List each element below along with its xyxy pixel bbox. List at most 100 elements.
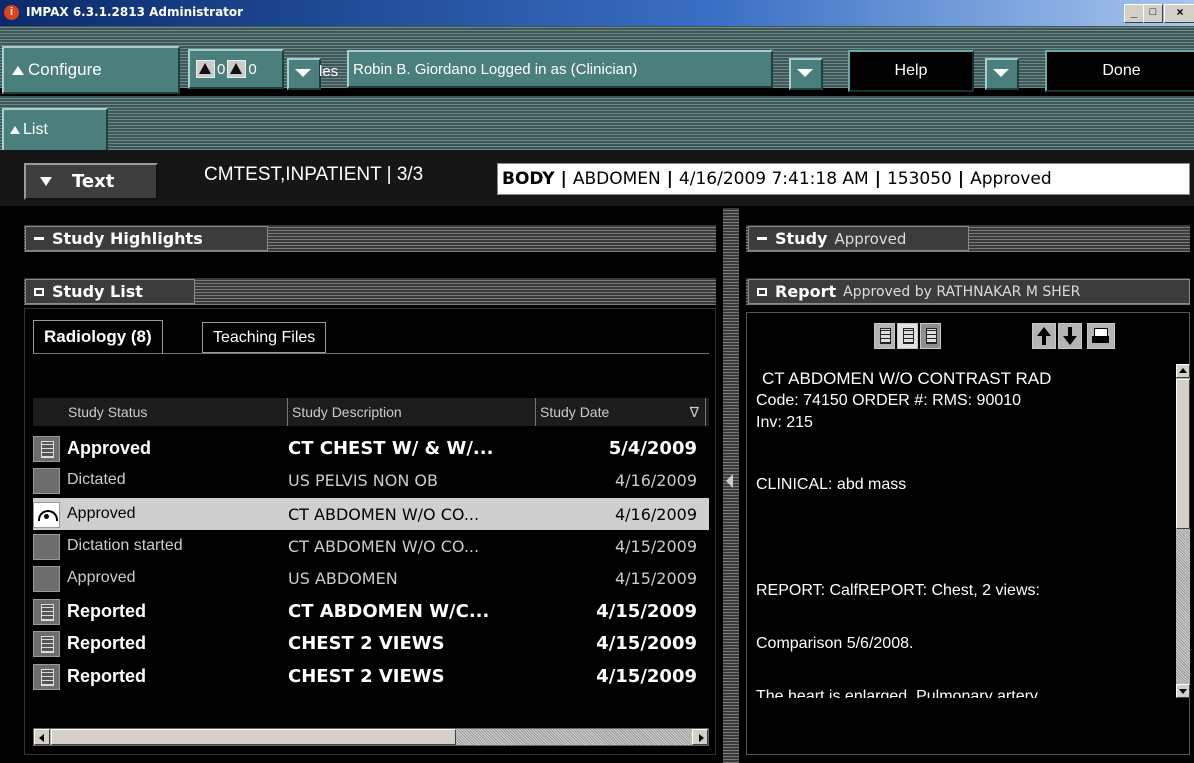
- report-view-icon[interactable]: [897, 323, 918, 349]
- separator: |: [957, 169, 965, 189]
- body-part-label: BODY: [502, 169, 555, 189]
- table-row[interactable]: Dictation started CT ABDOMEN W/O CO... 4…: [33, 530, 709, 562]
- list-bar: [0, 96, 1194, 150]
- report-document-icon: [33, 599, 60, 625]
- help-button[interactable]: Help: [848, 50, 974, 92]
- scroll-down-button[interactable]: [1176, 684, 1190, 698]
- triangle-down-icon: [40, 177, 52, 186]
- arrow-up-icon[interactable]: [1032, 323, 1056, 349]
- tab-radiology[interactable]: Radiology (8): [33, 320, 163, 353]
- study-tab[interactable]: Study Approved: [748, 226, 969, 251]
- report-view-icon[interactable]: [920, 323, 941, 349]
- study-datetime: 4/16/2009 7:41:18 AM: [678, 169, 869, 189]
- separator: |: [874, 169, 881, 189]
- column-status[interactable]: Study Status: [64, 398, 288, 426]
- scroll-up-button[interactable]: [1176, 364, 1190, 378]
- report-line: Comparison 5/6/2008.: [756, 635, 914, 652]
- region: ABDOMEN: [572, 169, 661, 189]
- warning-icon: [227, 60, 247, 78]
- close-button[interactable]: ×: [1164, 4, 1194, 23]
- report-document-icon: [33, 664, 60, 690]
- study-status-label: Approved: [834, 229, 907, 248]
- table-row[interactable]: Approved US ABDOMEN 4/15/2009: [33, 562, 709, 594]
- report-line: Code: 74150 ORDER #: RMS: 90010: [756, 392, 1022, 409]
- sort-descending-icon: ∇: [689, 403, 699, 420]
- maximize-button[interactable]: □: [1143, 4, 1163, 23]
- help-dropdown-button[interactable]: [985, 58, 1019, 90]
- patient-name: CMTEST,INPATIENT | 3/3: [204, 164, 424, 185]
- study-status: Approved: [970, 169, 1052, 189]
- alert-count-b: 0: [248, 60, 257, 78]
- study-title: Study: [775, 229, 828, 248]
- collapse-icon: [34, 237, 44, 240]
- accession-number: 153050: [886, 169, 952, 189]
- triangle-up-icon: [10, 126, 20, 134]
- scroll-thumb[interactable]: [1176, 379, 1190, 529]
- print-icon[interactable]: [1087, 323, 1115, 349]
- login-status: Robin B. Giordano Logged in as (Clinicia…: [347, 50, 773, 88]
- collapse-left-icon[interactable]: [726, 474, 733, 488]
- scroll-thumb[interactable]: [51, 729, 456, 745]
- restore-icon: [757, 287, 767, 296]
- blank-status-icon: [33, 534, 60, 560]
- report-line: Inv: 215: [756, 414, 813, 431]
- open-eye-icon: [33, 502, 60, 528]
- horizontal-scrollbar[interactable]: [33, 728, 709, 746]
- separator: |: [666, 169, 673, 189]
- table-row[interactable]: Reported CHEST 2 VIEWS 4/15/2009: [33, 627, 709, 659]
- report-line: CT ABDOMEN W/O CONTRAST RAD: [762, 369, 1052, 388]
- study-list-title: Study List: [52, 282, 143, 301]
- alert-indicators[interactable]: 0 0: [188, 49, 284, 89]
- report-line: The heart is enlarged. Pulmonary artery: [756, 688, 1038, 698]
- blank-status-icon: [33, 468, 60, 494]
- report-title: Report: [775, 282, 837, 301]
- user-dropdown-button[interactable]: [789, 58, 823, 90]
- configure-button[interactable]: Configure: [2, 46, 180, 94]
- done-button[interactable]: Done: [1045, 50, 1194, 92]
- table-row[interactable]: Reported CHEST 2 VIEWS 4/15/2009: [33, 660, 709, 692]
- report-document-icon: [33, 631, 60, 657]
- alert-count-a: 0: [217, 60, 226, 78]
- help-label: Help: [894, 62, 928, 79]
- scroll-left-button[interactable]: [34, 729, 50, 745]
- collapse-icon: [757, 237, 767, 240]
- study-summary-bar: BODY | ABDOMEN | 4/16/2009 7:41:18 AM | …: [497, 163, 1190, 195]
- report-line: CLINICAL: abd mass: [756, 476, 907, 493]
- configure-label: Configure: [28, 60, 102, 79]
- report-tab[interactable]: Report Approved by RATHNAKAR M SHER: [748, 279, 1190, 304]
- les-fragment: les: [319, 63, 339, 80]
- study-list-tab[interactable]: Study List: [25, 279, 195, 304]
- list-label: List: [23, 121, 48, 138]
- separator: |: [560, 169, 567, 189]
- column-date[interactable]: Study Date ∇: [536, 398, 706, 426]
- study-highlights-tab[interactable]: Study Highlights: [25, 226, 268, 251]
- table-row[interactable]: Dictated US PELVIS NON OB 4/16/2009: [33, 464, 709, 496]
- done-label: Done: [1102, 62, 1141, 79]
- arrow-down-icon[interactable]: [1058, 323, 1082, 349]
- report-view-icon[interactable]: [874, 323, 895, 349]
- column-description[interactable]: Study Description: [288, 398, 536, 426]
- report-document-icon: [33, 436, 60, 462]
- table-row[interactable]: Approved CT CHEST W/ & W/... 5/4/2009: [33, 432, 709, 464]
- study-highlights-title: Study Highlights: [52, 229, 203, 248]
- report-vertical-scrollbar[interactable]: [1176, 364, 1190, 698]
- report-approver: Approved by RATHNAKAR M SHER: [843, 283, 1081, 300]
- scroll-right-button[interactable]: [692, 729, 708, 745]
- restore-icon: [34, 287, 44, 296]
- text-button[interactable]: Text: [24, 163, 158, 200]
- list-button[interactable]: List: [2, 108, 108, 152]
- login-text: Robin B. Giordano Logged in as (Clinicia…: [353, 60, 638, 78]
- alerts-dropdown-button[interactable]: [287, 58, 321, 90]
- report-line: REPORT: CalfREPORT: Chest, 2 views:: [756, 582, 1040, 599]
- tab-teaching-files[interactable]: Teaching Files: [202, 322, 327, 353]
- minimize-button[interactable]: _: [1124, 4, 1144, 23]
- app-icon: i: [4, 5, 19, 20]
- tab-divider: [33, 353, 709, 354]
- table-row[interactable]: Reported CT ABDOMEN W/C... 4/15/2009: [33, 595, 709, 627]
- table-row-selected[interactable]: Approved CT ABDOMEN W/O CO... 4/16/2009: [33, 498, 709, 530]
- window-title: IMPAX 6.3.1.2813 Administrator: [26, 5, 244, 19]
- text-button-label: Text: [72, 171, 115, 192]
- triangle-up-icon: [12, 65, 24, 75]
- warning-icon: [196, 60, 215, 78]
- window-title-bar[interactable]: i IMPAX 6.3.1.2813 Administrator _ □ ×: [0, 0, 1194, 26]
